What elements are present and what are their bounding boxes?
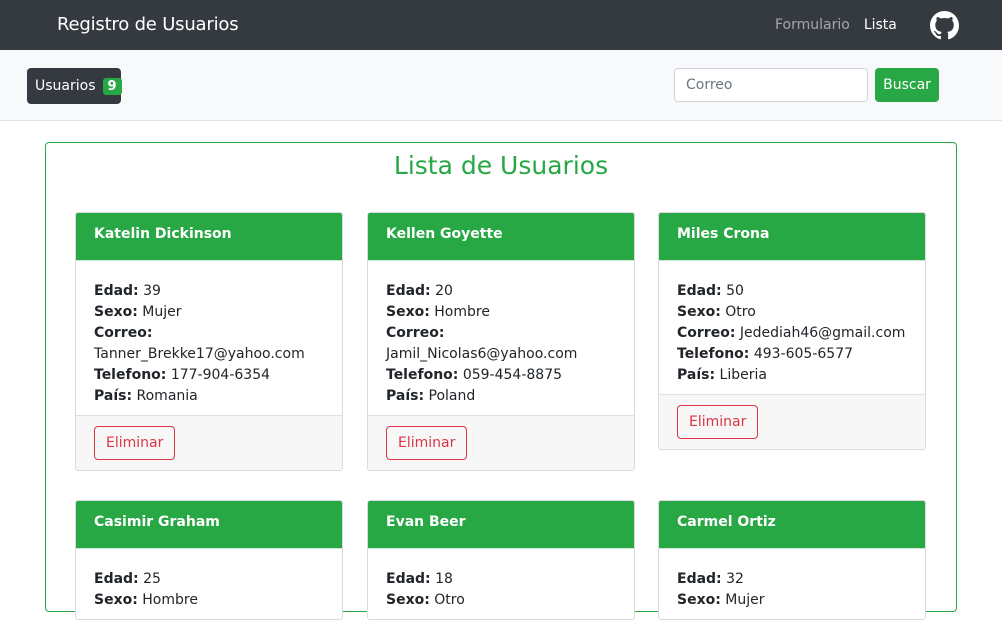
value-sexo: Mujer [142,304,182,320]
label-correo: Correo: [94,325,153,341]
label-edad: Edad: [94,283,139,299]
value-edad: 18 [435,571,453,587]
label-sexo: Sexo: [677,304,721,320]
user-card: Kellen Goyette Edad: 20 Sexo: Hombre Cor… [367,212,635,471]
value-pais: Liberia [719,367,767,383]
value-edad: 25 [143,571,161,587]
label-edad: Edad: [94,571,139,587]
value-telefono: 493-605-6577 [753,346,854,362]
label-telefono: Telefono: [94,367,167,383]
value-edad: 50 [726,283,744,299]
navbar: Registro de Usuarios Formulario Lista [0,0,1002,50]
value-edad: 20 [435,283,453,299]
value-edad: 39 [143,283,161,299]
user-card-body: Edad: 25 Sexo: Hombre [76,548,342,619]
label-pais: País: [677,367,716,383]
value-pais: Poland [428,388,476,404]
user-card-footer: Eliminar [659,394,925,449]
delete-button[interactable]: Eliminar [677,405,759,439]
toolbar: Usuarios 9 Buscar [0,50,1002,121]
label-pais: País: [94,388,133,404]
delete-button[interactable]: Eliminar [386,426,468,460]
label-edad: Edad: [386,283,431,299]
user-card-footer: Eliminar [368,415,634,470]
label-correo: Correo: [386,325,445,341]
user-card-name: Evan Beer [368,501,634,548]
users-count-badge: 9 [102,77,122,95]
label-sexo: Sexo: [94,592,138,608]
user-card-name: Kellen Goyette [368,213,634,260]
label-edad: Edad: [677,571,722,587]
user-card-body: Edad: 20 Sexo: Hombre Correo: Jamil_Nico… [368,260,634,415]
user-card-body: Edad: 50 Sexo: Otro Correo: Jedediah46@g… [659,260,925,394]
label-sexo: Sexo: [677,592,721,608]
value-correo: Tanner_Brekke17@yahoo.com [94,346,305,362]
page-title: Lista de Usuarios [393,151,609,180]
user-card-body: Edad: 32 Sexo: Mujer [659,548,925,619]
user-card-body: Edad: 18 Sexo: Otro [368,548,634,619]
user-card-footer: Eliminar [76,415,342,470]
value-correo: Jamil_Nicolas6@yahoo.com [386,346,578,362]
user-card: Miles Crona Edad: 50 Sexo: Otro Correo: … [658,212,926,450]
value-correo: Jedediah46@gmail.com [739,325,906,341]
label-telefono: Telefono: [677,346,750,362]
value-telefono: 059-454-8875 [462,367,563,383]
user-card-name: Miles Crona [659,213,925,260]
user-card-name: Casimir Graham [76,501,342,548]
brand[interactable]: Registro de Usuarios [57,14,239,35]
label-edad: Edad: [386,571,431,587]
user-card-name: Carmel Ortiz [659,501,925,548]
nav-link-formulario[interactable]: Formulario [775,17,850,33]
value-sexo: Mujer [725,592,765,608]
label-sexo: Sexo: [386,304,430,320]
user-card: Carmel Ortiz Edad: 32 Sexo: Mujer [658,500,926,620]
label-correo: Correo: [677,325,736,341]
search-input[interactable] [674,68,868,102]
label-edad: Edad: [677,283,722,299]
github-icon[interactable] [930,11,959,40]
value-edad: 32 [726,571,744,587]
value-sexo: Hombre [434,304,490,320]
value-sexo: Hombre [142,592,198,608]
label-sexo: Sexo: [94,304,138,320]
user-card: Katelin Dickinson Edad: 39 Sexo: Mujer C… [75,212,343,471]
user-list-container: Lista de Usuarios Katelin Dickinson Edad… [45,142,957,620]
value-sexo: Otro [434,592,465,608]
user-card-name: Katelin Dickinson [76,213,342,260]
user-card: Evan Beer Edad: 18 Sexo: Otro [367,500,635,620]
delete-button[interactable]: Eliminar [94,426,176,460]
value-telefono: 177-904-6354 [170,367,271,383]
users-label: Usuarios [35,78,96,94]
nav-link-lista[interactable]: Lista [864,17,897,33]
value-pais: Romania [136,388,198,404]
search-button[interactable]: Buscar [875,68,939,102]
users-count-button[interactable]: Usuarios 9 [27,68,122,104]
label-telefono: Telefono: [386,367,459,383]
nav-links: Formulario Lista [775,17,897,33]
user-card-body: Edad: 39 Sexo: Mujer Correo: Tanner_Brek… [76,260,342,415]
user-card: Casimir Graham Edad: 25 Sexo: Hombre [75,500,343,620]
label-pais: País: [386,388,425,404]
value-sexo: Otro [725,304,756,320]
label-sexo: Sexo: [386,592,430,608]
